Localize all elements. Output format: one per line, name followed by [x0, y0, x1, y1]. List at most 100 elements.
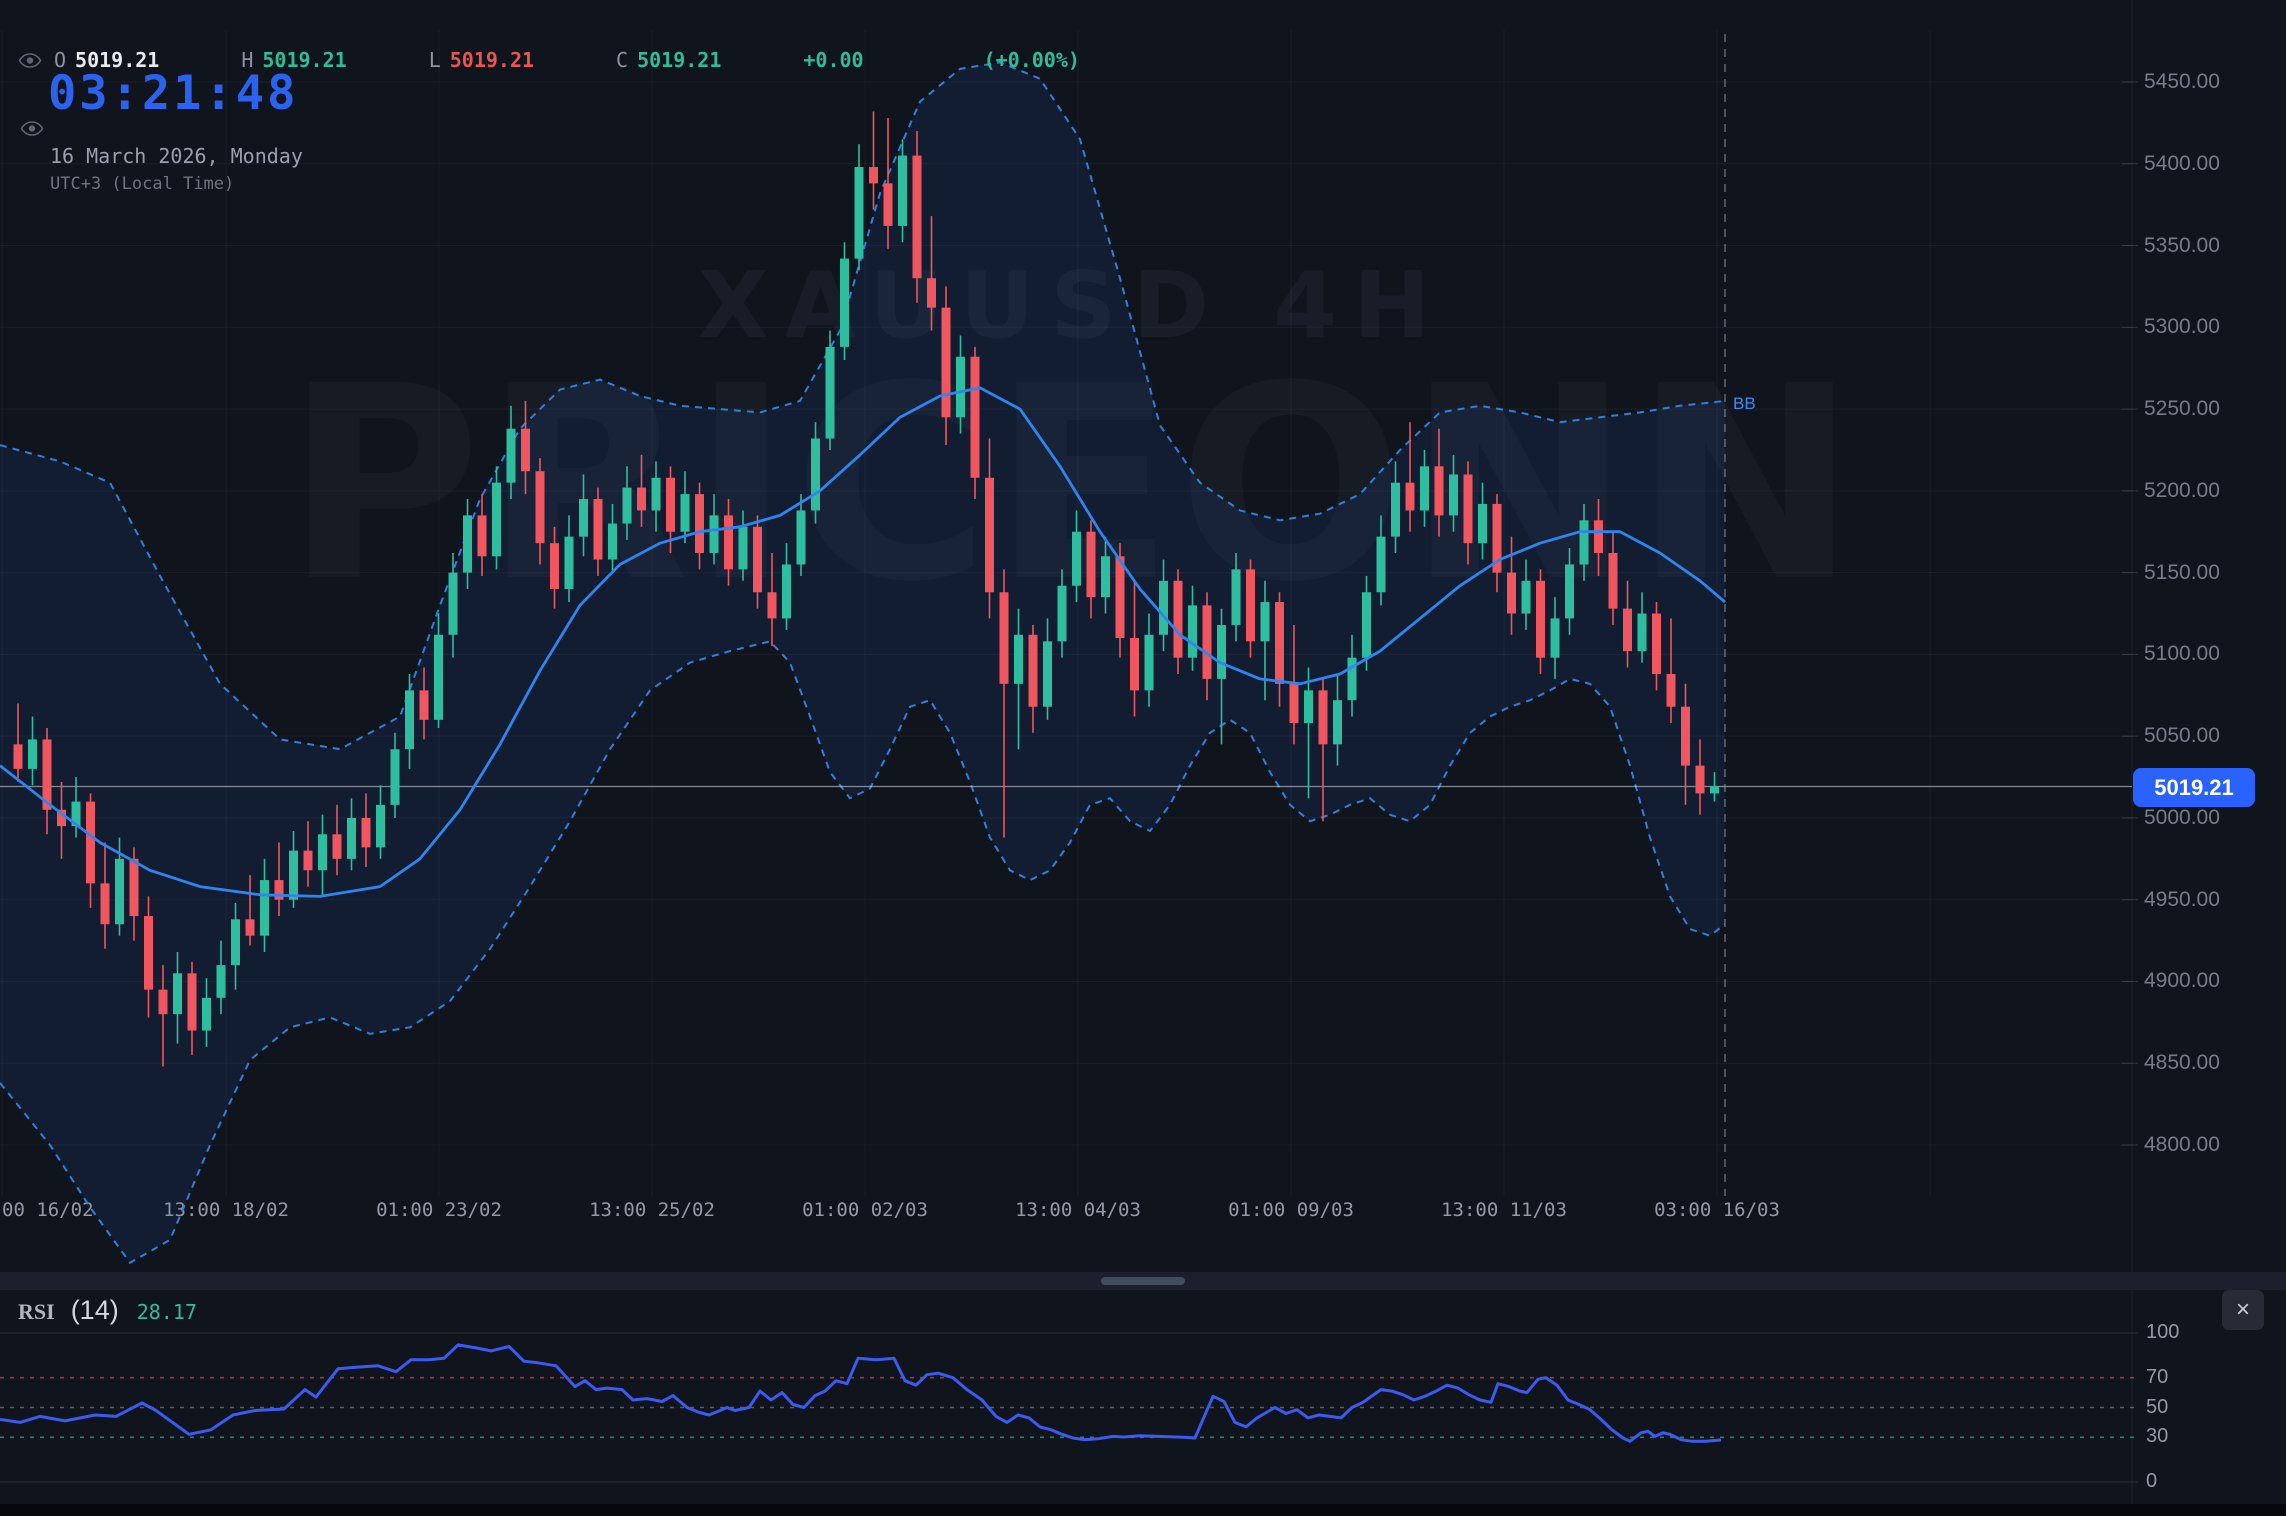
candle[interactable] [1275, 602, 1284, 684]
candle[interactable] [405, 690, 414, 750]
rsi-close-button[interactable]: × [2222, 1290, 2264, 1330]
candle[interactable] [1072, 531, 1081, 586]
candle[interactable] [1449, 474, 1458, 516]
candle[interactable] [521, 428, 530, 472]
candle[interactable] [376, 804, 385, 848]
candle[interactable] [1666, 674, 1676, 707]
candle[interactable] [1376, 536, 1386, 593]
candle[interactable] [477, 515, 487, 557]
candle[interactable] [782, 564, 791, 619]
candle[interactable] [1579, 520, 1589, 565]
candle[interactable] [463, 515, 472, 573]
candle[interactable] [419, 690, 429, 720]
candle[interactable] [1420, 466, 1429, 511]
candle[interactable] [216, 965, 226, 998]
candle[interactable] [680, 494, 690, 532]
candle[interactable] [941, 307, 951, 418]
candle[interactable] [1202, 605, 1212, 679]
candle[interactable] [1318, 690, 1328, 745]
candle[interactable] [115, 858, 124, 925]
candle[interactable] [86, 801, 95, 884]
candle[interactable] [1231, 569, 1241, 625]
candle[interactable] [999, 592, 1009, 684]
candle[interactable] [289, 850, 298, 900]
candle[interactable] [956, 356, 965, 418]
candle[interactable] [883, 183, 893, 226]
candle[interactable] [506, 428, 516, 483]
panel-divider[interactable] [0, 1272, 2286, 1290]
candle[interactable] [898, 155, 907, 226]
candle[interactable] [622, 487, 632, 524]
candle[interactable] [390, 749, 400, 805]
candle[interactable] [1608, 552, 1618, 609]
candle[interactable] [144, 916, 153, 990]
candle[interactable] [796, 510, 806, 565]
candle[interactable] [245, 919, 255, 936]
candle[interactable] [1333, 700, 1342, 745]
candle[interactable] [593, 499, 603, 560]
candle[interactable] [1217, 624, 1226, 679]
candle[interactable] [303, 850, 313, 871]
candle[interactable] [825, 346, 835, 439]
candle[interactable] [1304, 690, 1313, 724]
candle[interactable] [434, 634, 443, 720]
candle[interactable] [1173, 580, 1183, 658]
candle[interactable] [869, 167, 878, 184]
candle[interactable] [1463, 474, 1473, 544]
candle[interactable] [927, 278, 936, 308]
candle[interactable] [1101, 556, 1110, 598]
candle[interactable] [1594, 520, 1603, 553]
candle[interactable] [651, 477, 661, 511]
candle[interactable] [1550, 618, 1560, 658]
candle[interactable] [231, 919, 240, 966]
candle[interactable] [1289, 683, 1299, 724]
candle[interactable] [1565, 564, 1574, 619]
candle[interactable] [767, 592, 777, 619]
candle[interactable] [1144, 634, 1154, 691]
candle[interactable] [1246, 569, 1255, 642]
candle[interactable] [1043, 641, 1052, 707]
candle[interactable] [28, 739, 37, 769]
candle[interactable] [1028, 634, 1038, 707]
candle[interactable] [970, 356, 980, 478]
candle[interactable] [1507, 572, 1516, 614]
candle[interactable] [1478, 503, 1487, 544]
candle[interactable] [608, 523, 617, 560]
candle[interactable] [332, 834, 342, 859]
candle[interactable] [1434, 466, 1444, 516]
candle[interactable] [1536, 580, 1545, 658]
candle[interactable] [1637, 613, 1647, 652]
candle[interactable] [637, 487, 646, 511]
candle[interactable] [1159, 580, 1168, 635]
candle[interactable] [1405, 482, 1415, 511]
candle[interactable] [695, 494, 704, 553]
candle[interactable] [13, 744, 23, 769]
candle[interactable] [854, 167, 864, 259]
candle[interactable] [1057, 585, 1067, 642]
candle[interactable] [1014, 634, 1023, 684]
candle[interactable] [753, 526, 762, 593]
candle[interactable] [1710, 786, 1719, 794]
candle[interactable] [260, 880, 269, 936]
candle[interactable] [129, 858, 139, 917]
candle[interactable] [1652, 613, 1661, 675]
candle[interactable] [709, 515, 719, 553]
candle[interactable] [840, 258, 849, 347]
candle[interactable] [535, 471, 545, 544]
candle[interactable] [347, 817, 356, 859]
candle[interactable] [1130, 638, 1139, 691]
candle[interactable] [738, 526, 748, 570]
candle[interactable] [550, 543, 559, 589]
clock-visibility-eye-icon[interactable] [20, 120, 44, 137]
candle[interactable] [1521, 580, 1531, 614]
candle[interactable] [666, 477, 675, 532]
candle[interactable] [724, 515, 733, 570]
divider-grip-handle[interactable] [1101, 1277, 1185, 1285]
candle[interactable] [912, 155, 922, 279]
candle[interactable] [579, 499, 588, 537]
candle[interactable] [1681, 706, 1690, 766]
candle[interactable] [1086, 531, 1096, 598]
candle[interactable] [361, 817, 371, 848]
candle[interactable] [187, 973, 197, 1031]
candle[interactable] [1188, 605, 1197, 658]
